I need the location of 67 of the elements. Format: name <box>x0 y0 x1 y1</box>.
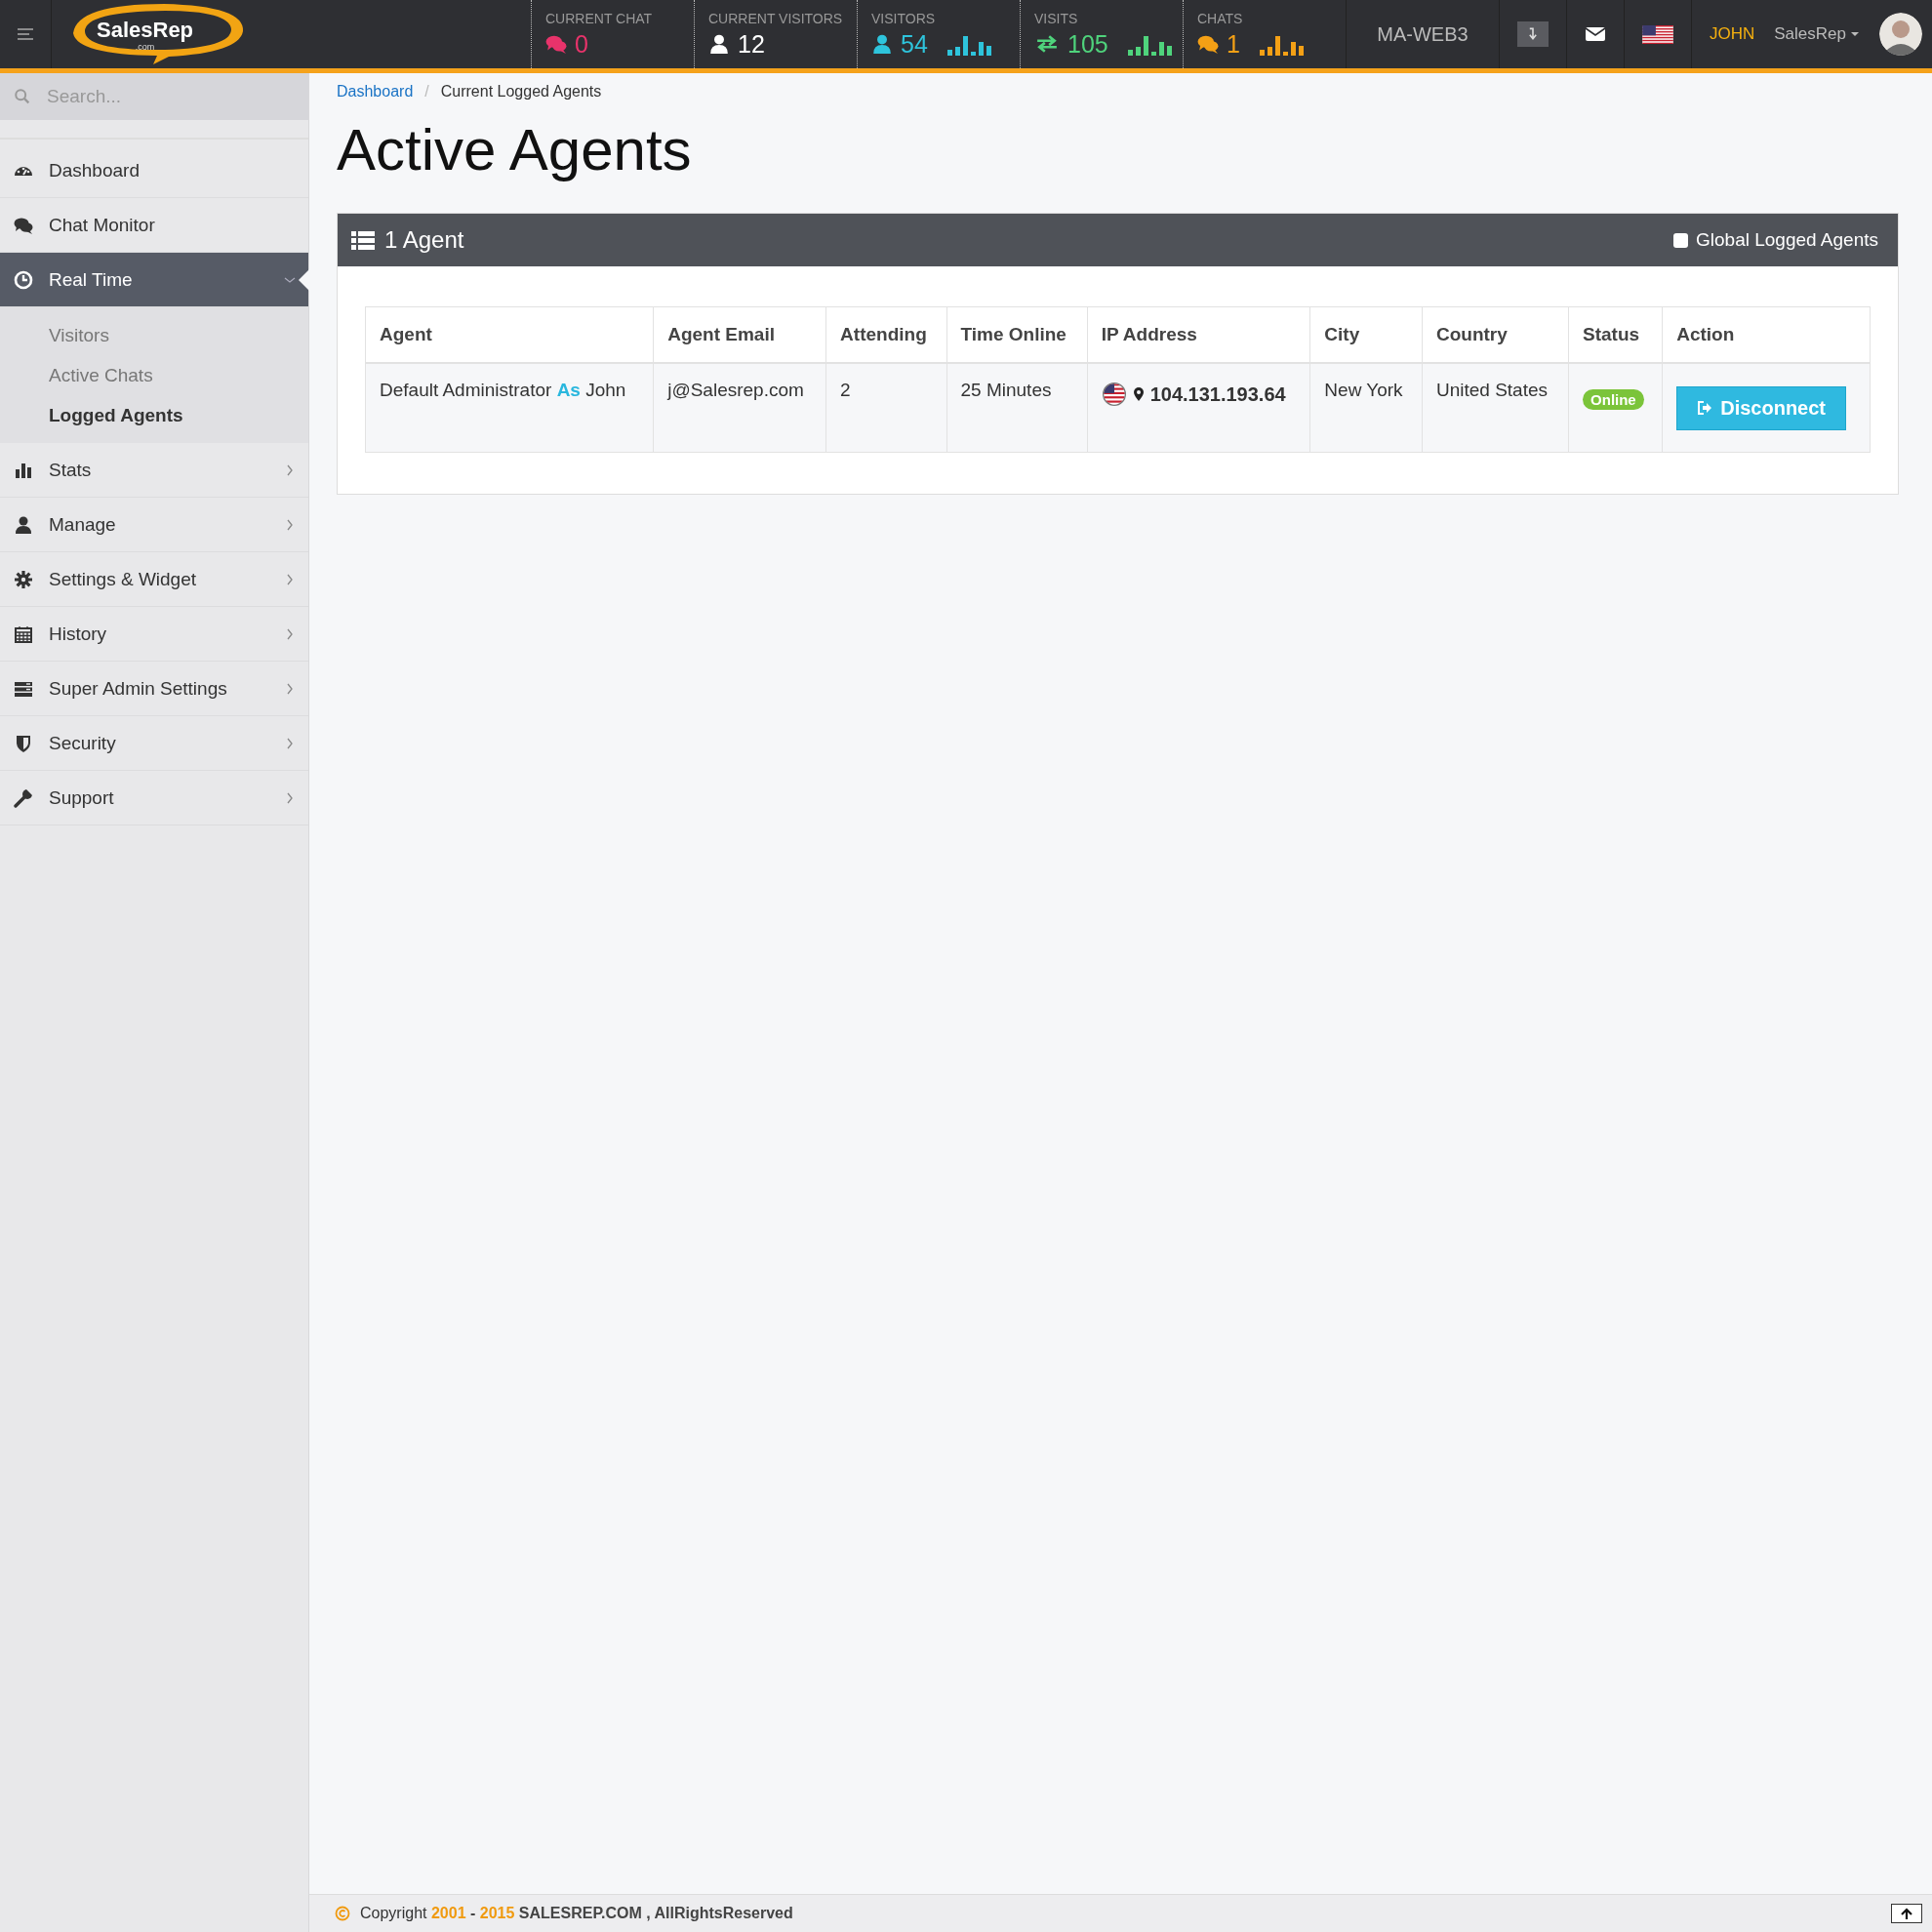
stat-value: 1 <box>1227 29 1240 59</box>
stat-value: 105 <box>1067 29 1108 59</box>
table-cell: 25 Minutes <box>946 363 1088 453</box>
server-name: MA-WEB3 <box>1377 22 1469 46</box>
stat-value: 0 <box>575 29 588 59</box>
avatar-icon[interactable] <box>1879 13 1922 56</box>
brand-domain: .com <box>135 42 155 52</box>
list-icon <box>351 229 375 251</box>
scroll-top-button[interactable] <box>1891 1904 1922 1923</box>
user-role-dropdown[interactable]: SalesRep <box>1768 23 1866 45</box>
exchange-arrows-icon <box>1034 33 1060 55</box>
user-icon <box>871 33 893 55</box>
table-cell: 2 <box>825 363 946 453</box>
panel-title: 1 Agent <box>384 226 465 254</box>
copyright-text: Copyright 2001 - 2015 SALESREP.COM , AllRightsReserved <box>360 1905 794 1922</box>
sidebar-item[interactable]: Settings & Widget <box>0 552 308 607</box>
user-icon <box>708 33 730 55</box>
chat-bubbles-icon <box>545 33 567 55</box>
shield-icon <box>14 733 33 753</box>
wrench-icon <box>14 787 33 808</box>
page-title: Active Agents <box>337 116 693 183</box>
table-cell: Default Administrator As John <box>365 363 654 453</box>
stat-value: 54 <box>901 29 928 59</box>
sign-out-icon <box>1697 400 1713 416</box>
submenu-item[interactable]: Active Chats <box>0 355 308 395</box>
search-icon <box>14 88 31 105</box>
sidebar-item[interactable]: Stats <box>0 443 308 498</box>
search-field[interactable]: Search... <box>0 73 308 120</box>
map-pin-icon <box>1132 386 1145 402</box>
caret-icon <box>1850 29 1860 39</box>
table-cell: New York <box>1309 363 1423 453</box>
stat-label: CURRENT VISITORS <box>708 10 844 26</box>
sidebar-item[interactable]: Dashboard <box>0 143 308 198</box>
up-arrow-icon <box>1900 1907 1913 1920</box>
breadcrumb-link[interactable]: Dashboard <box>337 83 414 101</box>
submenu-item[interactable]: Logged Agents <box>0 395 308 435</box>
sidebar-item[interactable]: Real Time <box>0 253 308 307</box>
clock-icon <box>14 269 33 290</box>
stat-label: VISITORS <box>871 10 937 26</box>
us-flag-badge-icon <box>1101 382 1127 407</box>
stat-label: VISITS <box>1034 10 1079 26</box>
download-button[interactable] <box>1517 21 1549 47</box>
stat-value: 12 <box>738 29 765 59</box>
ip-address: 104.131.193.64 <box>1149 382 1286 406</box>
sidebar-item[interactable]: Manage <box>0 498 308 552</box>
us-flag-icon <box>1642 24 1673 44</box>
copyright-icon <box>335 1906 350 1921</box>
user-icon <box>14 514 33 535</box>
gear-icon <box>14 569 33 589</box>
sidebar-item[interactable]: History <box>0 607 308 662</box>
sidebar-item[interactable]: Security <box>0 716 308 771</box>
sidebar-item[interactable]: Super Admin Settings <box>0 662 308 716</box>
user-name: JOHN <box>1710 24 1755 44</box>
stat-label: CURRENT CHAT <box>545 10 654 26</box>
search-input[interactable]: Search... <box>45 85 283 108</box>
brand-logo[interactable]: SalesRep <box>97 19 194 42</box>
breadcrumb-current: Current Logged Agents <box>440 83 602 101</box>
chat-bubbles-icon <box>1197 33 1219 55</box>
sidebar-item[interactable]: Support <box>0 771 308 825</box>
table-cell: United States <box>1422 363 1569 453</box>
breadcrumb-separator: / <box>424 83 429 101</box>
calendar-icon <box>14 624 33 644</box>
table-cell: j@Salesrep.com <box>653 363 826 453</box>
status-badge: Online <box>1583 389 1644 410</box>
global-agents-checkbox[interactable]: Global Logged Agents <box>1668 228 1884 252</box>
stat-label: CHATS <box>1197 10 1244 26</box>
selection-notch <box>299 269 309 291</box>
